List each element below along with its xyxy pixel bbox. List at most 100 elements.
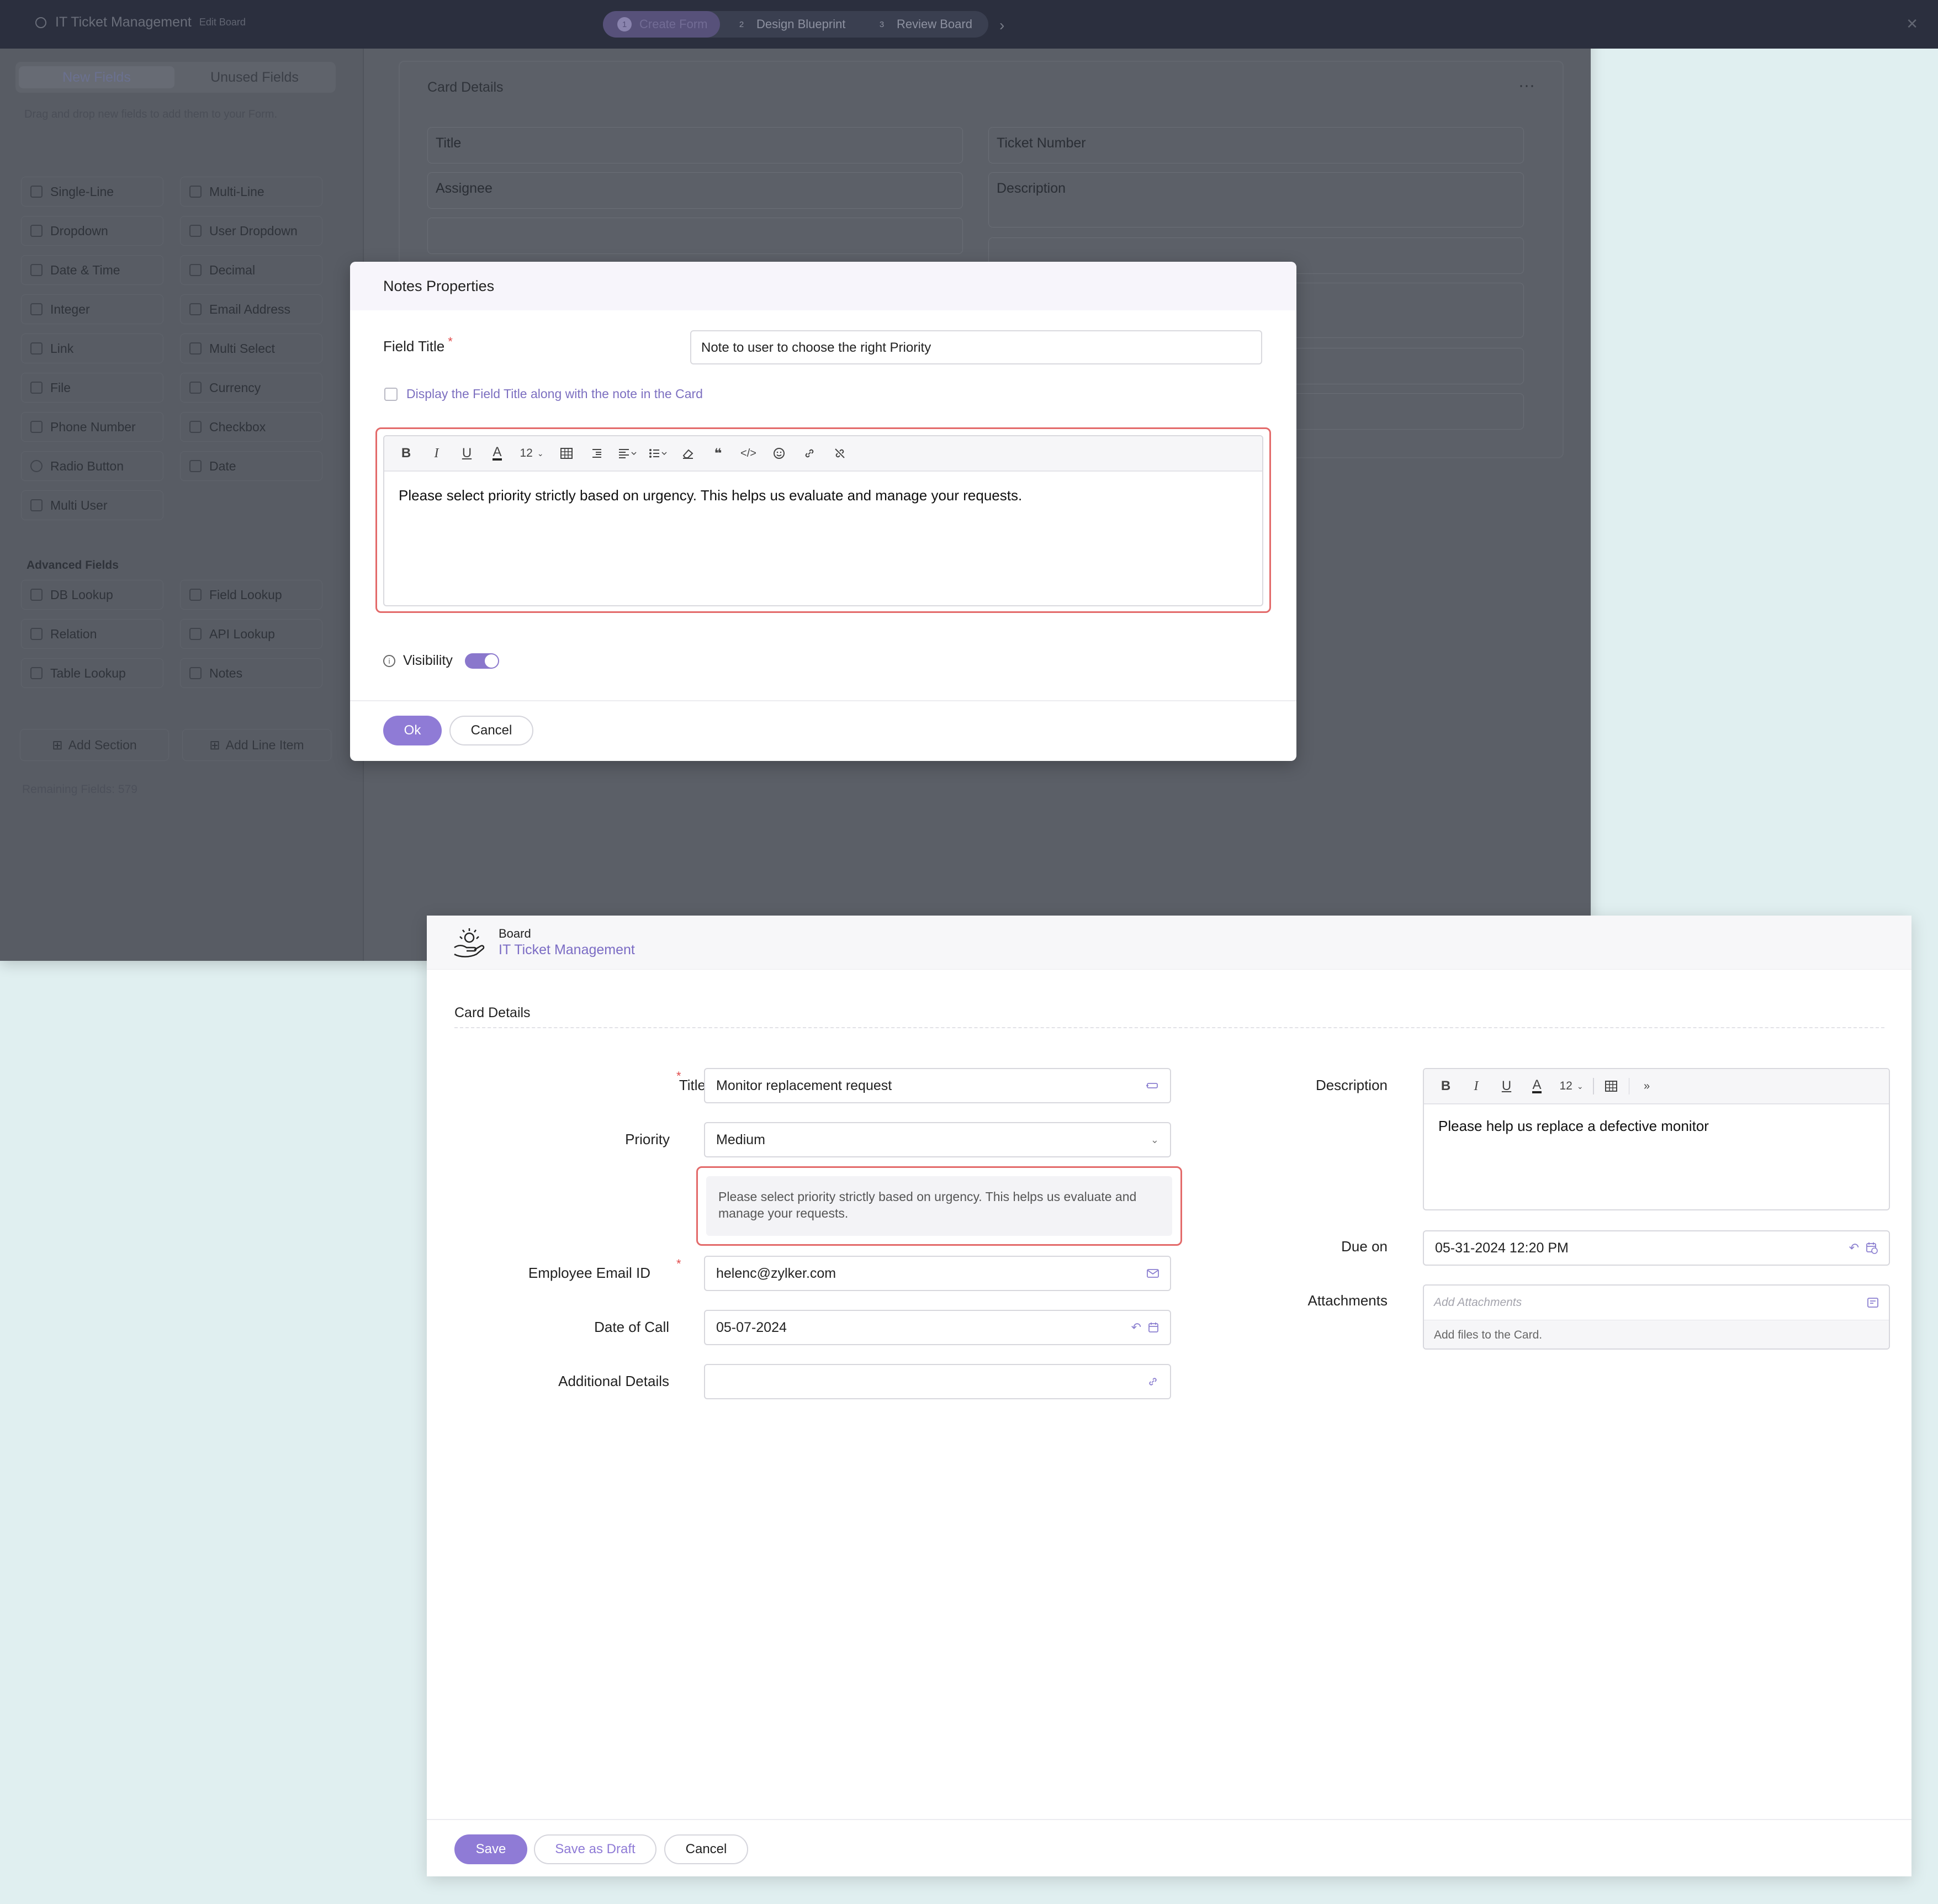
attachments-input[interactable]: Add Attachments [1424,1286,1889,1320]
field-link[interactable]: Link [21,334,163,363]
field-label: Link [50,341,74,356]
field-date[interactable]: Date [180,451,322,481]
canvas-field-blank[interactable] [427,218,963,254]
field-table-lookup[interactable]: Table Lookup [21,658,163,688]
eraser-icon[interactable] [673,436,703,471]
builder-subtitle: Edit Board [199,17,246,28]
email-label: Employee Email ID [528,1265,650,1281]
field-multi-select[interactable]: Multi Select [180,334,322,363]
cancel-button[interactable]: Cancel [449,716,533,745]
field-dropdown[interactable]: Dropdown [21,216,163,246]
step-design-blueprint[interactable]: 2 Design Blueprint [734,11,846,38]
field-currency[interactable]: Currency [180,373,322,403]
field-label: Single-Line [50,184,114,199]
display-title-checkbox[interactable] [384,387,398,401]
field-relation[interactable]: Relation [21,619,163,649]
link-icon[interactable] [794,436,824,471]
calendar-clock-icon[interactable] [1866,1242,1878,1254]
due-on-label: Due on [1341,1238,1388,1255]
bold-icon[interactable]: B [1431,1069,1461,1104]
chevron-right-icon[interactable]: › [999,17,1004,34]
line-spacing-icon[interactable] [581,436,612,471]
more-options-icon[interactable]: ··· [1518,76,1535,95]
field-label: Relation [50,626,97,641]
note-rich-text-editor[interactable]: B I U A 12 ⌄ ❝ </> Please select priority… [383,435,1263,606]
description-text[interactable]: Please help us replace a defective monit… [1424,1104,1889,1148]
add-line-item-icon: ⊞ [209,737,220,752]
field-notes[interactable]: Notes [180,658,322,688]
emoji-icon[interactable] [764,436,794,471]
title-input[interactable]: Monitor replacement request [704,1068,1171,1103]
field-api-lookup[interactable]: API Lookup [180,619,322,649]
align-icon[interactable] [612,436,642,471]
font-color-icon[interactable]: A [1522,1069,1552,1104]
field-decimal[interactable]: Decimal [180,255,322,285]
font-size-select[interactable]: 12 ⌄ [512,436,551,471]
step-review-board[interactable]: 3 Review Board [875,11,972,38]
field-checkbox[interactable]: Checkbox [180,412,322,442]
save-as-draft-button[interactable]: Save as Draft [534,1834,656,1864]
bulleted-list-icon[interactable] [642,436,673,471]
code-icon[interactable]: </> [733,436,764,471]
field-integer[interactable]: Integer [21,294,163,324]
cancel-button[interactable]: Cancel [664,1834,748,1864]
due-on-input[interactable]: 05-31-2024 12:20 PM ↶ [1423,1230,1890,1266]
unlink-icon[interactable] [824,436,855,471]
field-file[interactable]: File [21,373,163,403]
field-single-line[interactable]: Single-Line [21,177,163,207]
upload-icon[interactable] [1867,1297,1879,1309]
canvas-field-assignee[interactable]: Assignee [427,172,963,209]
bold-icon[interactable]: B [391,436,421,471]
database-icon [30,589,43,601]
add-line-item-button[interactable]: ⊞ Add Line Item [182,729,331,761]
field-multi-line[interactable]: Multi-Line [180,177,322,207]
additional-details-input[interactable] [704,1364,1171,1399]
field-date-time[interactable]: Date & Time [21,255,163,285]
quote-icon[interactable]: ❝ [703,436,733,471]
reset-icon[interactable]: ↶ [1849,1241,1859,1255]
canvas-field-description[interactable]: Description [988,172,1524,228]
board-name-link[interactable]: IT Ticket Management [499,942,635,958]
table-icon[interactable] [1596,1069,1627,1104]
tab-unused-fields[interactable]: Unused Fields [177,66,332,88]
canvas-field-title[interactable]: Title [427,127,963,163]
date-of-call-input[interactable]: 05-07-2024 ↶ [704,1310,1171,1345]
field-email-address[interactable]: Email Address [180,294,322,324]
underline-icon[interactable]: U [1491,1069,1522,1104]
tab-new-fields[interactable]: New Fields [19,66,174,88]
reset-icon[interactable]: ↶ [1131,1320,1141,1335]
step-create-form[interactable]: 1 Create Form [603,11,720,38]
ok-button[interactable]: Ok [383,716,442,745]
priority-label: Priority [625,1131,670,1147]
calendar-icon[interactable] [1148,1322,1159,1333]
section-title: Card Details [454,1005,531,1020]
field-multi-user[interactable]: Multi User [21,490,163,520]
field-db-lookup[interactable]: DB Lookup [21,580,163,610]
email-input[interactable]: helenc@zylker.com [704,1256,1171,1291]
field-user-dropdown[interactable]: User Dropdown [180,216,322,246]
field-phone-number[interactable]: Phone Number [21,412,163,442]
canvas-field-ticket-number[interactable]: Ticket Number [988,127,1524,163]
visibility-toggle[interactable] [464,653,499,669]
note-text[interactable]: Please select priority strictly based on… [384,472,1262,520]
field-label: Phone Number [50,419,136,434]
priority-value: Medium [716,1131,765,1147]
font-color-icon[interactable]: A [482,436,512,471]
save-button[interactable]: Save [454,1834,527,1864]
field-title-input[interactable]: Note to user to choose the right Priorit… [690,330,1262,364]
integer-icon [30,303,43,315]
field-field-lookup[interactable]: Field Lookup [180,580,322,610]
table-icon[interactable] [551,436,581,471]
add-section-button[interactable]: ⊞ Add Section [20,729,169,761]
italic-icon[interactable]: I [1461,1069,1491,1104]
expand-toolbar-icon[interactable]: » [1632,1069,1662,1104]
italic-icon[interactable]: I [421,436,452,471]
priority-dropdown[interactable]: Medium ⌄ [704,1122,1171,1157]
field-radio-button[interactable]: Radio Button [21,451,163,481]
display-title-option[interactable]: Display the Field Title along with the n… [384,387,703,401]
title-value: Monitor replacement request [716,1077,892,1093]
description-editor[interactable]: B I U A 12 ⌄ » Please help us replace a d… [1423,1068,1890,1210]
font-size-select[interactable]: 12 ⌄ [1552,1069,1591,1104]
underline-icon[interactable]: U [452,436,482,471]
attachments-field[interactable]: Add Attachments Add files to the Card. [1423,1284,1890,1350]
